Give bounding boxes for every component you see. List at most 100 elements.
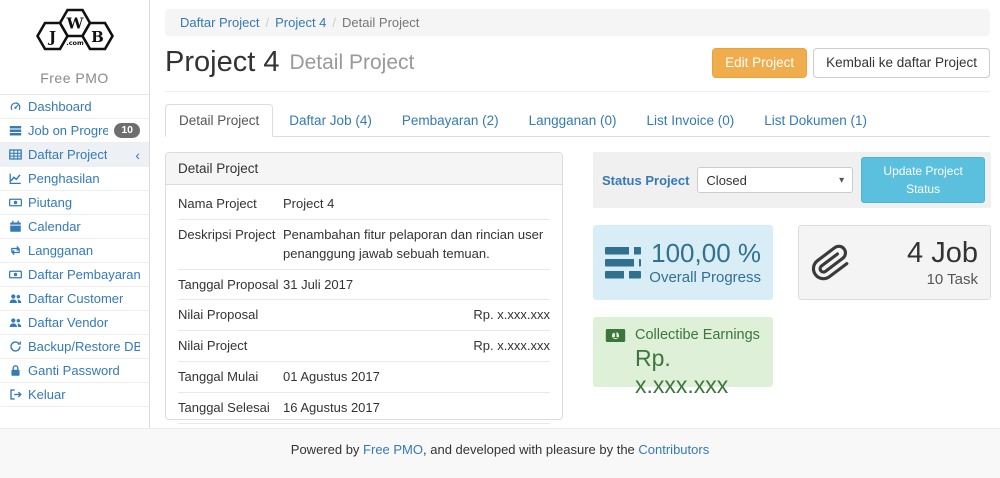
table-row: Tanggal Selesai 16 Agustus 2017	[178, 393, 550, 424]
status-selected-option: Closed	[706, 173, 746, 188]
row-label: Nilai Proposal	[178, 306, 283, 325]
sidebar-item-ganti-password[interactable]: Ganti Password	[0, 359, 149, 383]
sidebar-item-dashboard[interactable]: Dashboard	[0, 95, 149, 119]
contributors-link[interactable]: Contributors	[638, 442, 709, 457]
table-row: Nilai Project Rp. x.xxx.xxx	[178, 331, 550, 362]
right-column: Status Project Closed ▾ Update Project S…	[593, 152, 991, 420]
sidebar-item-label: Calendar	[28, 219, 81, 234]
tab-daftar-job[interactable]: Daftar Job (4)	[275, 104, 386, 137]
breadcrumb-current: Detail Project	[342, 15, 419, 30]
page-subtitle: Detail Project	[289, 51, 414, 75]
breadcrumb-separator: /	[259, 15, 275, 30]
chevron-left-icon: ‹	[135, 150, 140, 160]
sidebar-item-piutang[interactable]: Piutang	[0, 191, 149, 215]
money-icon	[9, 268, 22, 281]
sidebar-item-job-on-progress[interactable]: Job on Progress 10	[0, 119, 149, 143]
page-header: Project 4 Detail Project Edit Project Ke…	[165, 46, 990, 92]
sidebar-item-daftar-customer[interactable]: Daftar Customer	[0, 287, 149, 311]
row-label: Deskripsi Project	[178, 226, 283, 264]
status-project-form: Status Project Closed ▾ Update Project S…	[593, 152, 991, 208]
breadcrumb: Daftar Project/Project 4/Detail Project	[165, 9, 990, 36]
money-icon: 1	[605, 328, 626, 343]
table-icon	[9, 148, 22, 161]
collectible-earnings-box: 1 Collectibe Earnings Rp. x.xxx.xxx	[593, 317, 773, 387]
sidebar-item-label: Keluar	[28, 387, 66, 402]
row-value: Penambahan fitur pelaporan dan rincian u…	[283, 226, 550, 264]
row-label: Tanggal Selesai	[178, 399, 283, 418]
table-row: Deskripsi Project Penambahan fitur pelap…	[178, 220, 550, 270]
users-icon	[9, 292, 22, 305]
breadcrumb-daftar-project[interactable]: Daftar Project	[180, 15, 259, 30]
sidebar-item-calendar[interactable]: Calendar	[0, 215, 149, 239]
status-project-label: Status Project	[602, 173, 689, 188]
sidebar-item-penghasilan[interactable]: Penghasilan	[0, 167, 149, 191]
table-row: Nilai Proposal Rp. x.xxx.xxx	[178, 300, 550, 331]
job-count-badge: 10	[114, 123, 140, 138]
svg-text:.com: .com	[66, 39, 84, 47]
sidebar-item-label: Daftar Pembayaran	[28, 267, 140, 282]
svg-text:B: B	[91, 28, 104, 46]
overall-progress-caption: Overall Progress	[649, 269, 761, 286]
row-value: 01 Agustus 2017	[283, 368, 550, 387]
table-row: Tanggal Proposal 31 Juli 2017	[178, 270, 550, 301]
page-title: Project 4	[165, 46, 279, 79]
earnings-value: Rp. x.xxx.xxx	[635, 345, 761, 399]
row-value: Rp. x.xxx.xxx	[283, 337, 550, 356]
breadcrumb-separator: /	[326, 15, 342, 30]
sidebar-item-label: Dashboard	[28, 99, 92, 114]
jwb-logo-icon: W J B .com	[27, 6, 123, 62]
sidebar-item-label: Daftar Vendor	[28, 315, 108, 330]
detail-project-panel: Detail Project Nama Project Project 4 De…	[165, 152, 563, 420]
table-row: Tanggal Mulai 01 Agustus 2017	[178, 362, 550, 393]
svg-text:J: J	[46, 28, 55, 46]
users-icon	[9, 316, 22, 329]
row-label: Nama Project	[178, 195, 283, 214]
overall-progress-box: 100,00 % Overall Progress	[593, 225, 773, 300]
tasks-icon	[9, 124, 22, 137]
tab-detail-project[interactable]: Detail Project	[165, 104, 273, 137]
back-to-project-list-button[interactable]: Kembali ke daftar Project	[813, 48, 990, 78]
status-select[interactable]: Closed ▾	[697, 167, 853, 193]
refresh-icon	[9, 340, 22, 353]
sidebar-item-label: Job on Progress	[28, 123, 108, 138]
lock-icon	[9, 364, 22, 377]
edit-project-button[interactable]: Edit Project	[712, 48, 807, 78]
sidebar-item-label: Langganan	[28, 243, 93, 258]
paperclip-icon	[811, 240, 855, 286]
tab-list-invoice[interactable]: List Invoice (0)	[632, 104, 748, 137]
row-value: Rp. x.xxx.xxx	[283, 306, 550, 325]
money-icon	[9, 196, 22, 209]
svg-text:W: W	[65, 15, 84, 33]
row-value: 31 Juli 2017	[283, 276, 550, 295]
sidebar-item-daftar-project[interactable]: Daftar Project ‹	[0, 143, 149, 167]
tab-list-dokumen[interactable]: List Dokumen (1)	[750, 104, 881, 137]
footer-text: , and developed with pleasure by the	[423, 442, 638, 457]
calendar-icon	[9, 220, 22, 233]
footer: Powered by Free PMO, and developed with …	[0, 428, 1000, 478]
sidebar-item-daftar-pembayaran[interactable]: Daftar Pembayaran	[0, 263, 149, 287]
task-count-caption: 10 Task	[855, 271, 978, 288]
sidebar-item-label: Ganti Password	[28, 363, 120, 378]
sign-out-icon	[9, 388, 22, 401]
update-project-status-button[interactable]: Update Project Status	[861, 157, 985, 203]
retweet-icon	[9, 244, 22, 257]
row-value: 16 Agustus 2017	[283, 399, 550, 418]
breadcrumb-project-4[interactable]: Project 4	[275, 15, 326, 30]
tab-bar: Detail Project Daftar Job (4) Pembayaran…	[165, 104, 990, 137]
dashboard-icon	[9, 100, 22, 113]
row-label: Tanggal Mulai	[178, 368, 283, 387]
tab-langganan[interactable]: Langganan (0)	[515, 104, 631, 137]
row-label: Tanggal Proposal	[178, 276, 283, 295]
sidebar-item-backup-restore-db[interactable]: Backup/Restore DB	[0, 335, 149, 359]
line-chart-icon	[9, 172, 22, 185]
sidebar-item-daftar-vendor[interactable]: Daftar Vendor	[0, 311, 149, 335]
tab-pembayaran[interactable]: Pembayaran (2)	[388, 104, 513, 137]
earnings-caption: Collectibe Earnings	[635, 327, 760, 343]
overall-progress-value: 100,00 %	[649, 239, 761, 269]
sidebar-item-keluar[interactable]: Keluar	[0, 383, 149, 407]
brand-name: Free PMO	[0, 70, 149, 86]
sidebar-item-label: Backup/Restore DB	[28, 339, 140, 354]
free-pmo-link[interactable]: Free PMO	[363, 442, 423, 457]
dropdown-arrow-icon: ▾	[839, 175, 844, 186]
sidebar-item-langganan[interactable]: Langganan	[0, 239, 149, 263]
